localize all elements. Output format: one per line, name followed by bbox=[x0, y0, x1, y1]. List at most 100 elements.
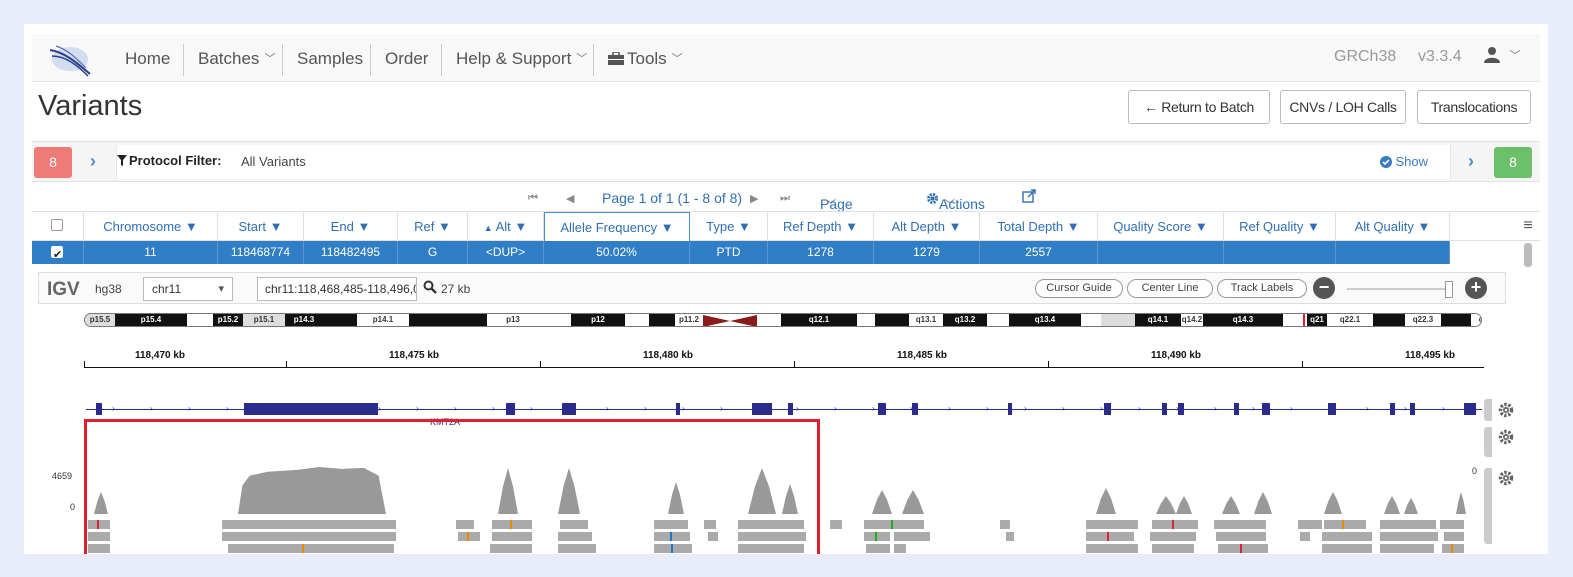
nav-samples[interactable]: Samples bbox=[284, 44, 376, 74]
read-alignment[interactable] bbox=[1298, 520, 1322, 529]
total-count-badge[interactable]: 8 bbox=[1494, 147, 1532, 178]
export-icon[interactable] bbox=[1022, 189, 1036, 206]
track-labels-button[interactable]: Track Labels bbox=[1217, 279, 1307, 298]
column-header-alt-quality[interactable]: Alt Quality ▼ bbox=[1336, 212, 1450, 242]
read-alignment[interactable] bbox=[1322, 544, 1372, 553]
read-alignment[interactable] bbox=[1214, 520, 1266, 529]
column-header-allele-frequency[interactable]: Allele Frequency ▼ bbox=[544, 212, 690, 242]
read-alignment[interactable] bbox=[864, 520, 924, 529]
read-alignment[interactable] bbox=[1380, 520, 1436, 529]
read-alignment[interactable] bbox=[1300, 532, 1310, 541]
track-side-handle[interactable] bbox=[1484, 399, 1492, 421]
filter-icon[interactable]: ▼ bbox=[1195, 219, 1208, 234]
last-page-icon[interactable]: ⏭ bbox=[780, 192, 790, 205]
column-header-chromosome[interactable]: Chromosome ▼ bbox=[84, 212, 218, 242]
chevron-right-icon[interactable]: › bbox=[1468, 151, 1474, 172]
column-header-ref[interactable]: Ref ▼ bbox=[398, 212, 468, 242]
filter-icon[interactable]: ▼ bbox=[514, 219, 527, 234]
read-alignment[interactable] bbox=[894, 532, 930, 541]
read-alignment[interactable] bbox=[1324, 520, 1366, 529]
next-page-icon[interactable]: ▶ bbox=[750, 192, 758, 205]
table-scrollbar[interactable] bbox=[1524, 243, 1532, 267]
column-header-alt-depth[interactable]: Alt Depth ▼ bbox=[874, 212, 980, 242]
actions-menu[interactable]: Actions ﹀ bbox=[926, 190, 985, 212]
zoom-slider-track[interactable] bbox=[1347, 288, 1451, 290]
zoom-in-icon[interactable]: + bbox=[1465, 277, 1487, 299]
zoom-out-icon[interactable]: − bbox=[1313, 277, 1335, 299]
gear-icon[interactable] bbox=[1498, 470, 1514, 486]
read-alignment[interactable] bbox=[1086, 544, 1138, 553]
nav-home[interactable]: Home bbox=[112, 44, 183, 74]
return-to-batch-button[interactable]: ← Return to Batch bbox=[1128, 90, 1270, 124]
column-header-ref-quality[interactable]: Ref Quality ▼ bbox=[1224, 212, 1336, 242]
read-alignment[interactable] bbox=[1322, 532, 1372, 541]
read-alignment[interactable] bbox=[830, 520, 842, 529]
read-alignment[interactable] bbox=[864, 532, 890, 541]
read-alignment[interactable] bbox=[1150, 532, 1196, 541]
filter-icon[interactable]: ▼ bbox=[357, 219, 370, 234]
filter-icon[interactable]: ▼ bbox=[1307, 219, 1320, 234]
table-row[interactable]: 11 118468774 118482495 G <DUP> 50.02% PT… bbox=[32, 241, 1450, 267]
select-all-checkbox[interactable] bbox=[51, 219, 63, 231]
read-alignment[interactable] bbox=[1086, 520, 1138, 529]
filter-icon[interactable]: ▼ bbox=[270, 219, 283, 234]
column-menu-icon[interactable]: ≡ bbox=[1516, 211, 1540, 241]
read-alignment[interactable] bbox=[1000, 520, 1010, 529]
nav-order[interactable]: Order bbox=[372, 44, 441, 74]
read-alignment[interactable] bbox=[866, 544, 890, 553]
column-header-ref-depth[interactable]: Ref Depth ▼ bbox=[768, 212, 874, 242]
read-alignment[interactable] bbox=[1442, 544, 1464, 553]
read-alignment[interactable] bbox=[1440, 520, 1464, 529]
gear-icon[interactable] bbox=[1498, 402, 1514, 418]
column-header-start[interactable]: Start ▼ bbox=[218, 212, 304, 242]
zoom-slider-thumb[interactable] bbox=[1445, 281, 1453, 298]
track-side-handle[interactable] bbox=[1484, 468, 1492, 544]
center-line-button[interactable]: Center Line bbox=[1127, 279, 1213, 298]
row-checkbox[interactable] bbox=[51, 244, 63, 267]
nav-tools[interactable]: Tools ﹀ bbox=[595, 44, 696, 74]
ideogram-band: q13.2 bbox=[943, 314, 987, 326]
nav-help-support[interactable]: Help & Support ﹀ bbox=[443, 44, 600, 74]
filter-icon[interactable]: ▼ bbox=[845, 219, 858, 234]
read-alignment[interactable] bbox=[1218, 544, 1268, 553]
filter-icon[interactable]: ▼ bbox=[438, 219, 451, 234]
show-filter-link[interactable]: Show bbox=[1379, 154, 1428, 169]
locus-input[interactable]: chr11:118,468,485-118,496,088 bbox=[257, 277, 417, 301]
read-alignment[interactable] bbox=[894, 544, 906, 553]
column-header-type[interactable]: Type ▼ bbox=[690, 212, 768, 242]
read-alignment[interactable] bbox=[1216, 532, 1266, 541]
chromosome-ideogram[interactable]: p15.5 p15.4 p15.2 p15.1 p14.3 p14.1 p13 p12 p11.… bbox=[84, 313, 1482, 327]
track-side-handle[interactable] bbox=[1484, 427, 1492, 457]
first-page-icon[interactable]: ⏮ bbox=[528, 192, 538, 205]
filter-icon[interactable]: ▼ bbox=[738, 219, 751, 234]
read-alignment[interactable] bbox=[1444, 532, 1464, 541]
chevron-right-icon[interactable]: › bbox=[90, 151, 96, 172]
translocations-button[interactable]: Translocations bbox=[1417, 90, 1531, 124]
filter-icon[interactable]: ▼ bbox=[1067, 219, 1080, 234]
cursor-guide-button[interactable]: Cursor Guide bbox=[1035, 279, 1123, 298]
cnvs-loh-calls-button[interactable]: CNVs / LOH Calls bbox=[1280, 90, 1406, 124]
user-menu[interactable]: ﹀ bbox=[1484, 46, 1520, 68]
read-alignment[interactable] bbox=[1380, 532, 1438, 541]
filter-icon[interactable]: ▼ bbox=[1418, 219, 1431, 234]
nav-batches[interactable]: Batches ﹀ bbox=[185, 44, 288, 74]
filter-icon[interactable]: ▼ bbox=[661, 220, 674, 235]
prev-page-icon[interactable]: ◀ bbox=[566, 192, 574, 205]
column-header-alt[interactable]: ▲ Alt ▼ bbox=[468, 212, 544, 242]
filtered-count-badge[interactable]: 8 bbox=[34, 147, 72, 178]
read-alignment[interactable] bbox=[1006, 532, 1014, 541]
filter-icon[interactable]: ▼ bbox=[185, 219, 198, 234]
column-header-total-depth[interactable]: Total Depth ▼ bbox=[980, 212, 1098, 242]
read-alignment[interactable] bbox=[1380, 544, 1434, 553]
app-logo[interactable] bbox=[46, 40, 94, 78]
read-alignment[interactable] bbox=[1152, 520, 1198, 529]
chromosome-select[interactable]: chr11 bbox=[143, 277, 233, 301]
column-header-end[interactable]: End ▼ bbox=[304, 212, 398, 242]
filter-icon[interactable]: ▼ bbox=[949, 219, 962, 234]
gear-icon[interactable] bbox=[1498, 429, 1514, 445]
read-alignment[interactable] bbox=[1152, 544, 1194, 553]
read-alignment[interactable] bbox=[1086, 532, 1134, 541]
search-icon[interactable] bbox=[423, 280, 437, 294]
protocol-filter-panel[interactable]: Protocol Filter: All Variants Show bbox=[116, 145, 1451, 179]
column-header-quality-score[interactable]: Quality Score ▼ bbox=[1098, 212, 1224, 242]
